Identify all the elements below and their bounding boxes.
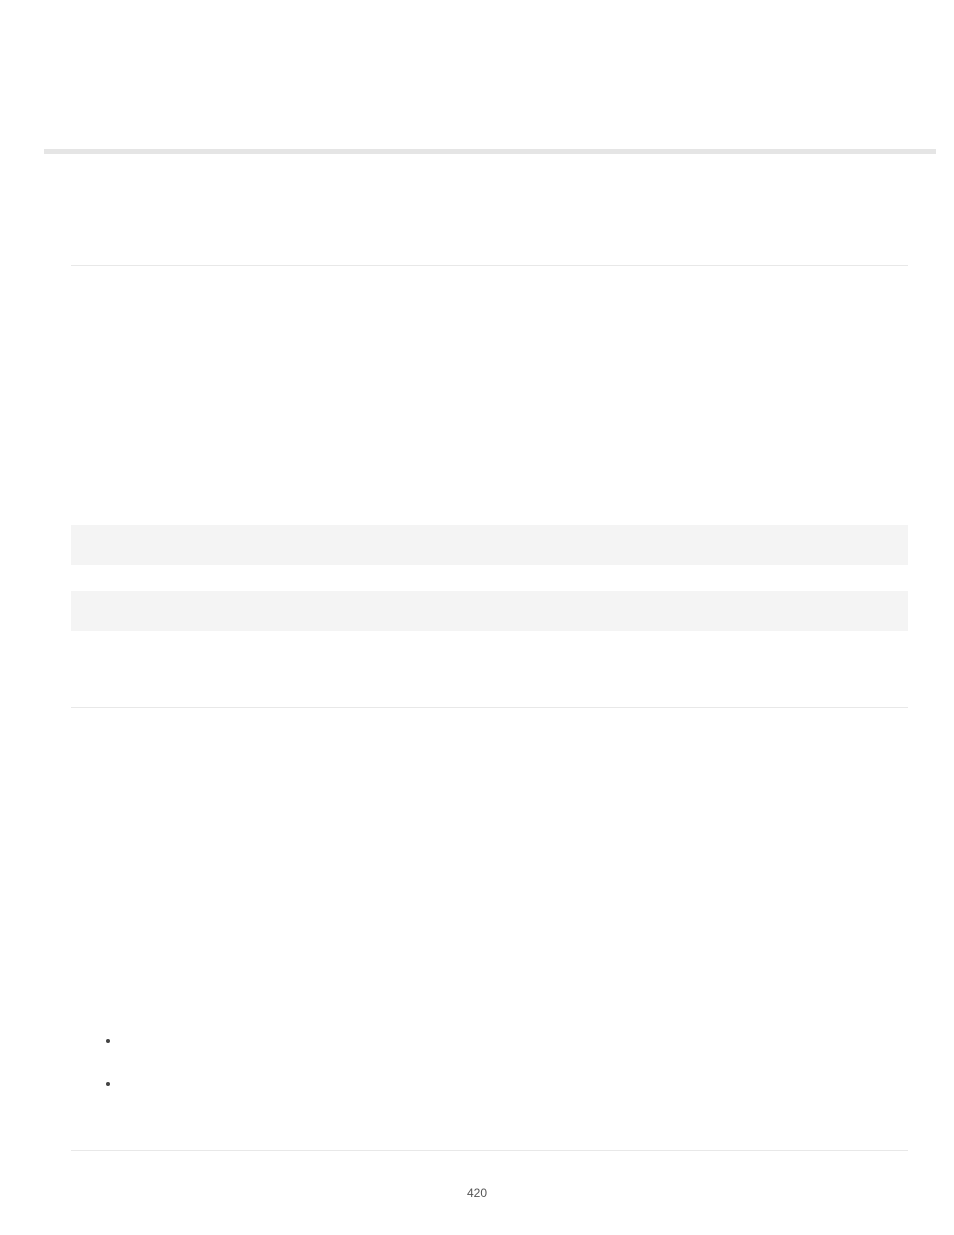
horizontal-rule <box>71 265 908 266</box>
header-divider <box>44 149 936 154</box>
horizontal-rule <box>71 1150 908 1151</box>
highlight-band <box>71 591 908 631</box>
horizontal-rule <box>71 707 908 708</box>
page-number: 420 <box>0 1186 954 1200</box>
bullet-icon <box>106 1082 110 1086</box>
highlight-band <box>71 525 908 565</box>
bullet-icon <box>106 1039 110 1043</box>
